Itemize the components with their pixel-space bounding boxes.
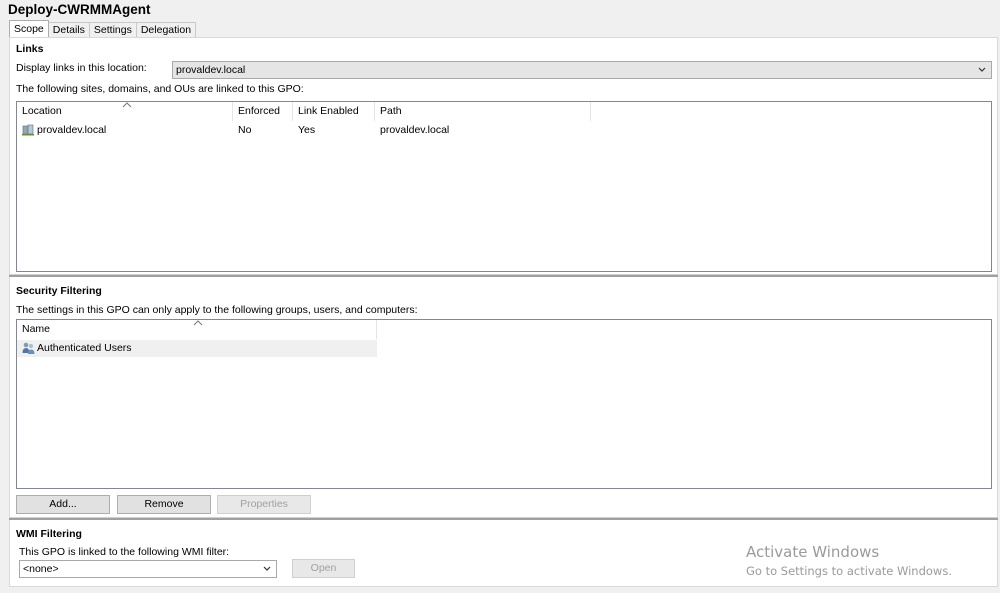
row-enforced: No (238, 124, 252, 136)
location-dropdown[interactable]: provaldev.local (172, 61, 992, 79)
table-row[interactable]: Authenticated Users (17, 340, 377, 357)
remove-button[interactable]: Remove (117, 495, 211, 514)
gpo-title: Deploy-CWRMMAgent (8, 2, 151, 17)
security-splitter[interactable] (9, 517, 998, 520)
chevron-down-icon (978, 67, 986, 72)
row-link-enabled: Yes (298, 124, 316, 136)
wmi-filtering-heading: WMI Filtering (16, 528, 82, 540)
activate-windows-watermark: Activate Windows Go to Settings to activ… (746, 543, 952, 578)
watermark-title: Activate Windows (746, 543, 880, 561)
column-header-path[interactable]: Path (375, 102, 591, 121)
location-value: provaldev.local (176, 64, 246, 76)
tab-delegation[interactable]: Delegation (135, 22, 197, 37)
links-splitter[interactable] (9, 274, 998, 277)
watermark-subtitle: Go to Settings to activate Windows. (746, 564, 952, 578)
user-group-icon (22, 342, 35, 354)
tab-scope[interactable]: Scope (9, 20, 49, 37)
chevron-down-icon (263, 566, 271, 571)
links-caption: The following sites, domains, and OUs ar… (16, 83, 304, 95)
row-name: Authenticated Users (37, 342, 132, 354)
wmi-filter-dropdown[interactable]: <none> (19, 560, 277, 578)
security-filter-list[interactable]: Name Authenticated Users (16, 319, 992, 489)
links-list[interactable]: Location Enforced Link Enabled Path prov… (16, 101, 992, 272)
open-button[interactable]: Open (292, 559, 355, 578)
wmi-caption: This GPO is linked to the following WMI … (19, 546, 230, 558)
row-path: provaldev.local (380, 124, 450, 136)
domain-icon (22, 124, 34, 136)
links-heading: Links (16, 43, 44, 55)
tab-bar: Scope Details Settings Delegation (9, 20, 197, 37)
security-caption: The settings in this GPO can only apply … (16, 304, 418, 316)
location-label: Display links in this location: (16, 62, 147, 74)
tab-details[interactable]: Details (47, 22, 90, 37)
properties-button[interactable]: Properties (217, 495, 311, 514)
add-button[interactable]: Add... (16, 495, 110, 514)
column-header-enforced[interactable]: Enforced (233, 102, 293, 121)
sort-ascending-icon (193, 320, 203, 326)
sort-ascending-icon (122, 102, 132, 108)
tab-settings[interactable]: Settings (88, 22, 137, 37)
column-header-link-enabled[interactable]: Link Enabled (293, 102, 375, 121)
row-location: provaldev.local (37, 124, 107, 136)
security-filtering-heading: Security Filtering (16, 285, 102, 297)
wmi-filter-value: <none> (23, 563, 59, 575)
scope-panel: Links Display links in this location: pr… (9, 37, 998, 587)
